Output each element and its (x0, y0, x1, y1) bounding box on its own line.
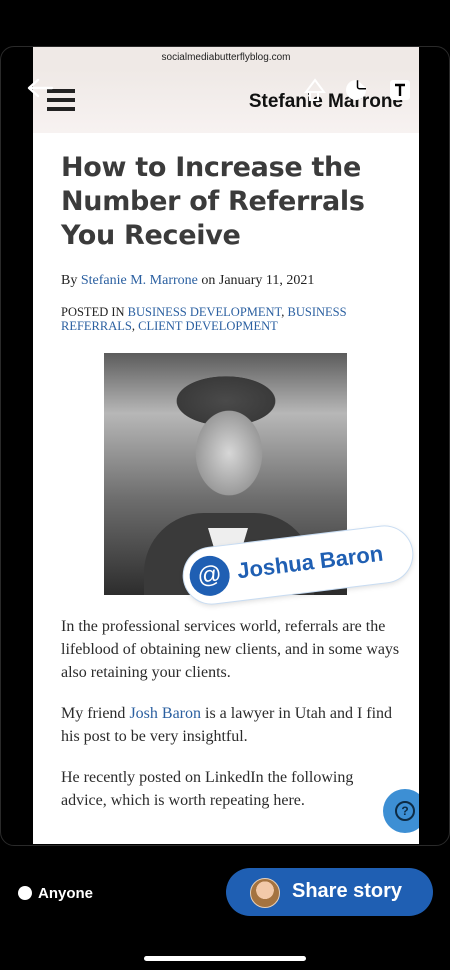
audience-label: Anyone (38, 885, 94, 902)
byline: By Stefanie M. Marrone on January 11, 20… (61, 273, 401, 289)
paragraph: My friend Josh Baron is a lawyer in Utah… (61, 702, 401, 748)
category-link[interactable]: CLIENT DEVELOPMENT (138, 319, 278, 333)
at-icon: @ (187, 553, 232, 599)
author-link[interactable]: Stefanie M. Marrone (81, 273, 198, 288)
paragraph-text: My friend (61, 705, 126, 722)
josh-baron-link[interactable]: Josh Baron (129, 705, 201, 722)
help-icon: ? (395, 801, 415, 821)
home-indicator (144, 956, 306, 961)
url-bar: socialmediabutterflyblog.com (33, 47, 419, 69)
story-editor-frame: socialmediabutterflyblog.com Stefanie Ma… (0, 46, 450, 846)
text-tool-icon[interactable] (388, 78, 412, 102)
paragraph: He recently posted on LinkedIn the follo… (61, 769, 354, 809)
posted-in-label: POSTED IN (61, 305, 125, 319)
category-list: POSTED IN BUSINESS DEVELOPMENT, BUSINESS… (61, 305, 347, 333)
sticker-icon[interactable] (344, 78, 368, 102)
globe-icon (18, 886, 32, 900)
share-story-button[interactable]: Share story (226, 868, 433, 916)
audience-selector[interactable]: Anyone (18, 885, 93, 902)
webpage-screenshot: socialmediabutterflyblog.com Stefanie Ma… (33, 47, 419, 844)
article-body: In the professional services world, refe… (61, 615, 401, 830)
byline-prefix: By (61, 273, 78, 288)
mention-name: Joshua Baron (235, 540, 385, 584)
post-date: January 11, 2021 (218, 273, 315, 288)
shapes-icon[interactable] (303, 78, 327, 102)
avatar (250, 878, 280, 908)
article-header: How to Increase the Number of Referrals … (61, 151, 401, 333)
paragraph: In the professional services world, refe… (61, 618, 400, 681)
date-prefix: on (201, 273, 216, 288)
help-button[interactable]: ? (383, 789, 419, 833)
back-arrow-icon[interactable] (26, 78, 54, 98)
article-title: How to Increase the Number of Referrals … (61, 152, 365, 251)
share-story-label: Share story (292, 880, 403, 902)
category-link[interactable]: BUSINESS DEVELOPMENT (128, 305, 282, 319)
